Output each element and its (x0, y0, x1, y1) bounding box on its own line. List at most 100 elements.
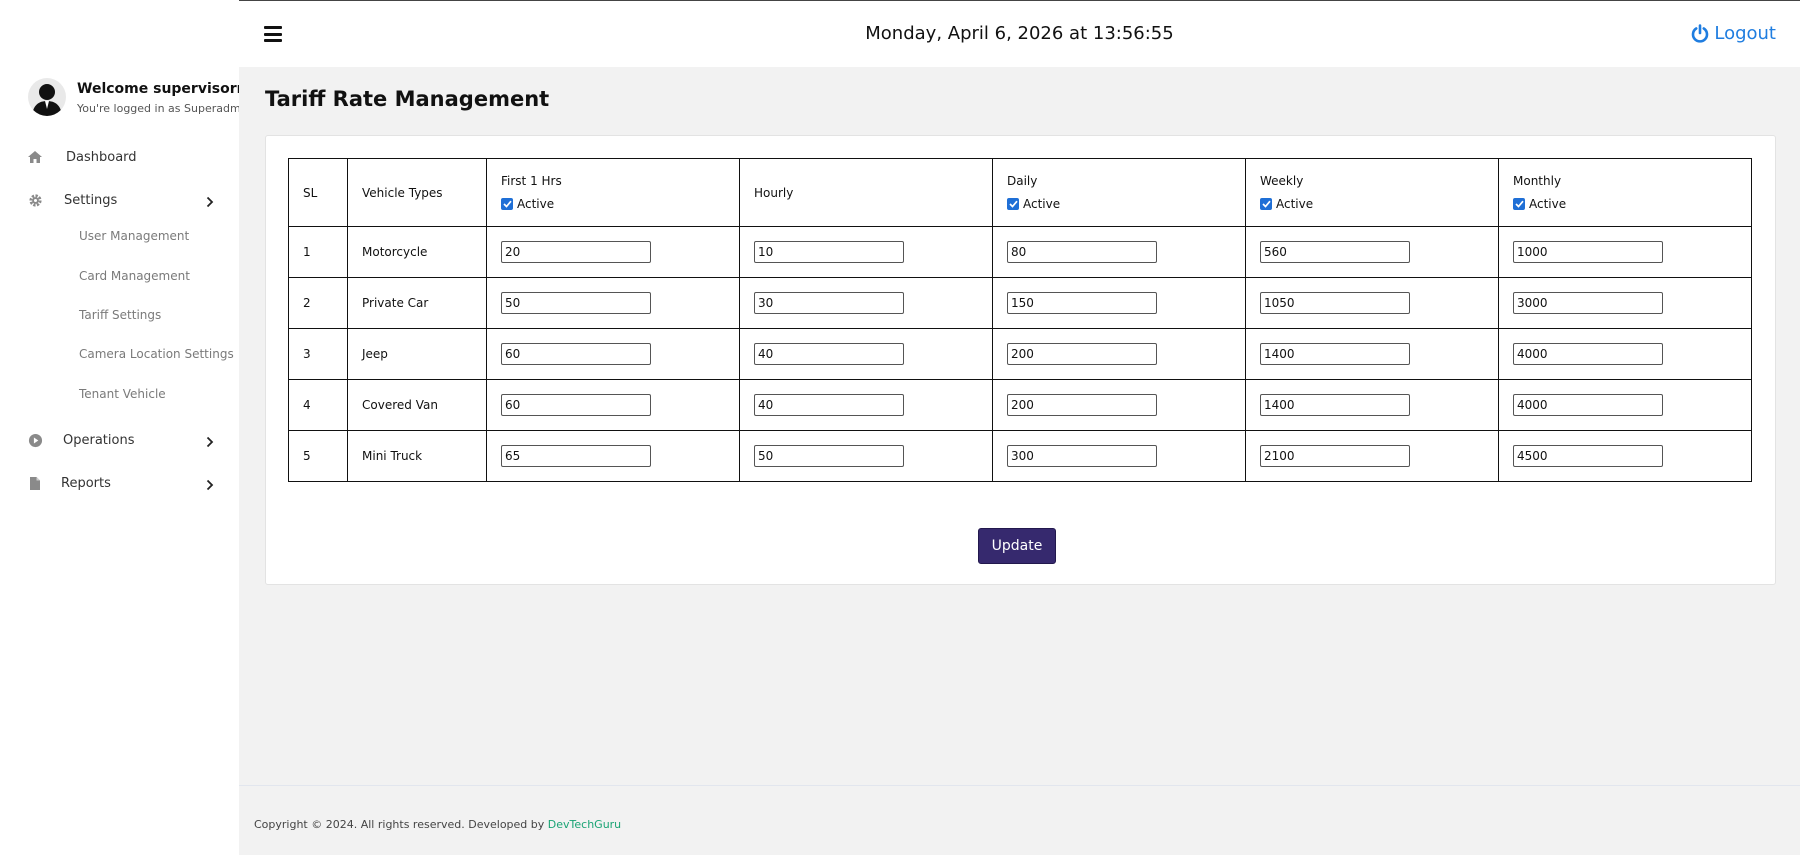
cell-sl: 1 (288, 226, 348, 278)
rate-input-daily[interactable] (1007, 445, 1157, 467)
update-button[interactable]: Update (978, 528, 1056, 564)
table-row: 3 Jeep (288, 328, 1752, 380)
header-sl: SL (288, 158, 348, 227)
header-label: Weekly (1260, 174, 1304, 188)
sidebar-item-label: Settings (64, 192, 118, 208)
sidebar-subitem-tenant-vehicle[interactable]: Tenant Vehicle (79, 387, 166, 401)
home-icon (26, 148, 44, 166)
active-label: Active (1276, 197, 1314, 211)
table-row: 4 Covered Van (288, 379, 1752, 431)
rate-input-hourly[interactable] (754, 343, 904, 365)
rate-input-daily[interactable] (1007, 394, 1157, 416)
rate-input-daily[interactable] (1007, 292, 1157, 314)
sidebar-item-dashboard[interactable]: Dashboard (26, 148, 214, 166)
logout-label: Logout (1714, 23, 1776, 44)
sidebar-item-label: Dashboard (66, 149, 137, 165)
sidebar-subitem-card-management[interactable]: Card Management (79, 269, 190, 283)
rate-input-weekly[interactable] (1260, 241, 1410, 263)
gear-icon (26, 191, 44, 209)
header-label: Monthly (1513, 174, 1562, 188)
table-header-row: SL Vehicle Types First 1 Hrs Active Hour… (288, 158, 1752, 227)
sidebar-item-operations[interactable]: Operations (26, 431, 214, 449)
power-icon (1692, 24, 1709, 43)
chevron-right-icon (206, 433, 214, 452)
rate-input-first[interactable] (501, 445, 651, 467)
header-vehicle-types: Vehicle Types (347, 158, 487, 227)
rate-input-weekly[interactable] (1260, 343, 1410, 365)
table-row: 5 Mini Truck (288, 430, 1752, 482)
rate-input-first[interactable] (501, 292, 651, 314)
cell-vehicle-type: Private Car (347, 277, 487, 329)
active-checkbox-weekly[interactable]: Active (1260, 197, 1484, 211)
rate-input-monthly[interactable] (1513, 292, 1663, 314)
sidebar-item-reports[interactable]: Reports (26, 474, 214, 492)
rate-input-weekly[interactable] (1260, 445, 1410, 467)
rate-input-hourly[interactable] (754, 292, 904, 314)
active-checkbox-monthly[interactable]: Active (1513, 197, 1737, 211)
header-label: Daily (1007, 174, 1038, 188)
topbar: Monday, April 6, 2026 at 13:56:55 Logout (239, 0, 1800, 67)
developer-link[interactable]: DevTechGuru (548, 818, 621, 831)
header-label: Hourly (754, 185, 794, 200)
rate-input-first[interactable] (501, 241, 651, 263)
header-daily: Daily Active (992, 158, 1246, 227)
sidebar: Welcome supervisormain You're logged in … (0, 0, 275, 855)
sidebar-subitem-user-management[interactable]: User Management (79, 229, 189, 243)
chevron-right-icon (206, 193, 214, 212)
rate-input-daily[interactable] (1007, 241, 1157, 263)
sidebar-item-label: Operations (63, 432, 135, 448)
active-label: Active (1023, 197, 1061, 211)
rate-input-monthly[interactable] (1513, 445, 1663, 467)
rate-input-monthly[interactable] (1513, 343, 1663, 365)
play-circle-icon (26, 431, 44, 449)
header-weekly: Weekly Active (1245, 158, 1499, 227)
active-label: Active (1529, 197, 1567, 211)
rate-input-hourly[interactable] (754, 394, 904, 416)
active-label: Active (517, 197, 555, 211)
tariff-card: SL Vehicle Types First 1 Hrs Active Hour… (265, 135, 1776, 585)
header-hourly: Hourly (739, 158, 993, 227)
footer: Copyright © 2024. All rights reserved. D… (239, 785, 1800, 855)
rate-input-monthly[interactable] (1513, 394, 1663, 416)
cell-sl: 3 (288, 328, 348, 380)
header-label: First 1 Hrs (501, 174, 562, 188)
table-row: 1 Motorcycle (288, 226, 1752, 278)
sidebar-item-label: Reports (61, 475, 111, 491)
checkmark-icon (1513, 198, 1525, 210)
logout-button[interactable]: Logout (1691, 23, 1776, 44)
active-checkbox-first[interactable]: Active (501, 197, 725, 211)
checkmark-icon (1007, 198, 1019, 210)
sidebar-subitem-tariff-settings[interactable]: Tariff Settings (79, 308, 161, 322)
rate-input-hourly[interactable] (754, 445, 904, 467)
rate-input-daily[interactable] (1007, 343, 1157, 365)
rate-input-weekly[interactable] (1260, 394, 1410, 416)
checkmark-icon (501, 198, 513, 210)
checkmark-icon (1260, 198, 1272, 210)
avatar (28, 78, 66, 116)
header-first-hrs: First 1 Hrs Active (486, 158, 740, 227)
tariff-table: SL Vehicle Types First 1 Hrs Active Hour… (288, 158, 1752, 482)
table-row: 2 Private Car (288, 277, 1752, 329)
rate-input-first[interactable] (501, 394, 651, 416)
cell-vehicle-type: Mini Truck (347, 430, 487, 482)
active-checkbox-daily[interactable]: Active (1007, 197, 1231, 211)
sidebar-subitem-camera-location-settings[interactable]: Camera Location Settings (79, 347, 234, 361)
cell-vehicle-type: Covered Van (347, 379, 487, 431)
cell-vehicle-type: Motorcycle (347, 226, 487, 278)
rate-input-weekly[interactable] (1260, 292, 1410, 314)
cell-sl: 4 (288, 379, 348, 431)
rate-input-hourly[interactable] (754, 241, 904, 263)
sidebar-item-settings[interactable]: Settings (26, 191, 214, 209)
header-monthly: Monthly Active (1498, 158, 1752, 227)
cell-vehicle-type: Jeep (347, 328, 487, 380)
file-icon (26, 474, 44, 492)
rate-input-first[interactable] (501, 343, 651, 365)
cell-sl: 2 (288, 277, 348, 329)
current-datetime: Monday, April 6, 2026 at 13:56:55 (865, 23, 1174, 44)
page-title: Tariff Rate Management (265, 87, 550, 111)
copyright-text: Copyright © 2024. All rights reserved. D… (254, 818, 621, 831)
rate-input-monthly[interactable] (1513, 241, 1663, 263)
main-content: Tariff Rate Management SL Vehicle Types … (239, 67, 1800, 855)
chevron-right-icon (206, 476, 214, 495)
copyright-label: Copyright © 2024. All rights reserved. D… (254, 818, 548, 831)
